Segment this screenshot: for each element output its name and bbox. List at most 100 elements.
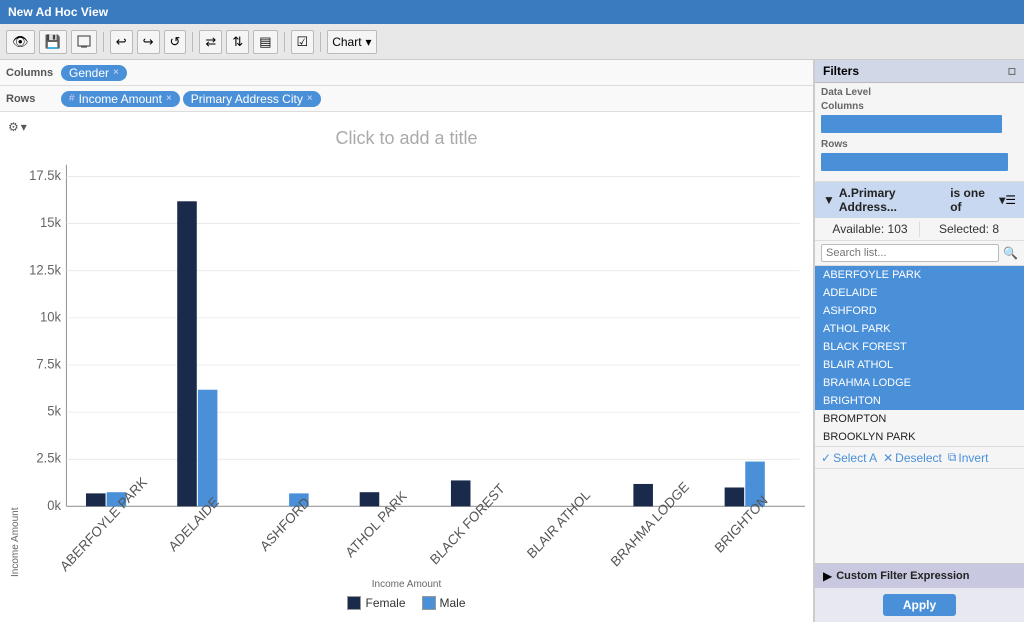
list-item-adelaide[interactable]: ADELAIDE [815, 284, 1024, 302]
bar-aberfoyle-female [86, 493, 106, 506]
filter-header: Filters ◻ [815, 60, 1024, 83]
save-btn[interactable]: 💾 [39, 30, 67, 54]
bar-brahmalodge-female [633, 484, 653, 506]
svg-text:17.5k: 17.5k [29, 168, 61, 184]
separator-3 [284, 32, 285, 52]
list-item-brahmalodge[interactable]: BRAHMA LODGE [815, 374, 1024, 392]
filter-list: ABERFOYLE PARK ADELAIDE ASHFORD ATHOL PA… [815, 266, 1024, 446]
filter-counts: Available: 103 Selected: 8 [815, 218, 1024, 241]
bar-brighton-female [725, 487, 745, 506]
rows-filter-bar[interactable] [821, 153, 1008, 171]
chart-title[interactable]: Click to add a title [335, 128, 477, 149]
invert-icon: ⧉ [948, 450, 957, 465]
list-item-blackforest[interactable]: BLACK FOREST [815, 338, 1024, 356]
sort-btn[interactable]: ⇅ [226, 30, 249, 54]
filter-search-bar: 🔍 [815, 241, 1024, 266]
income-pill-remove[interactable]: × [166, 93, 172, 104]
svg-text:5k: 5k [47, 403, 61, 419]
chart-panel: Columns Gender × Rows # Income Amount × … [0, 60, 814, 622]
filter-columns-label: Columns [821, 101, 1018, 112]
list-item-aberfoyle[interactable]: ABERFOYLE PARK [815, 266, 1024, 284]
svg-text:2.5k: 2.5k [36, 450, 61, 466]
city-pill[interactable]: Primary Address City × [183, 91, 321, 107]
invert-label: Invert [958, 451, 988, 465]
list-item-brompton[interactable]: BROMPTON [815, 410, 1024, 428]
filter-menu-icon[interactable]: ☰ [1005, 193, 1016, 207]
svg-text:ABERFOYLE PARK: ABERFOYLE PARK [57, 474, 149, 574]
chart-type-select[interactable]: Chart ▾ [327, 30, 376, 54]
bar-chart-svg: 0k 2.5k 5k 7.5k 10k 12.5k 15k 17.5k [23, 153, 805, 577]
list-item-ashford[interactable]: ASHFORD [815, 302, 1024, 320]
filter-datalevel-section: Data Level Columns Rows [815, 83, 1024, 182]
list-item-brooklynpark[interactable]: BROOKLYN PARK [815, 428, 1024, 446]
separator-4 [320, 32, 321, 52]
address-filter-header[interactable]: ▼ A.Primary Address... is one of ▾ ☰ [815, 182, 1024, 218]
swap-btn[interactable]: ⇄ [199, 30, 222, 54]
select-all-btn[interactable]: ✓ Select A [821, 451, 877, 465]
x-icon: ✕ [883, 451, 893, 465]
filter-rows-label: Rows [821, 139, 1018, 150]
filter-search-input[interactable] [821, 244, 999, 262]
legend-male-label: Male [440, 596, 466, 610]
list-item-atholpark[interactable]: ATHOL PARK [815, 320, 1024, 338]
city-pill-remove[interactable]: × [307, 93, 313, 104]
svg-text:ASHFORD: ASHFORD [257, 494, 312, 554]
columns-shelf: Columns Gender × [0, 60, 813, 86]
deselect-btn[interactable]: ✕ Deselect [883, 451, 942, 465]
view-toggle-btn[interactable]: 👁 [6, 30, 35, 54]
columns-shelf-label: Columns [6, 67, 61, 79]
filter-collapse-icon[interactable]: ◻ [1008, 66, 1016, 77]
income-pill-hash: # [69, 93, 75, 104]
layout-btn[interactable]: ▤ [253, 30, 277, 54]
columns-filter-bar[interactable] [821, 115, 1002, 133]
separator-1 [103, 32, 104, 52]
undo-btn[interactable]: ↩ [110, 30, 133, 54]
gear-arrow-icon: ▾ [21, 120, 27, 134]
address-filter-title: ▼ A.Primary Address... is one of ▾ [823, 186, 1005, 214]
income-pill[interactable]: # Income Amount × [61, 91, 180, 107]
toolbar: 👁 💾 ↩ ↪ ↺ ⇄ ⇅ ▤ ☑ Chart ▾ [0, 24, 1024, 60]
chart-type-arrow: ▾ [366, 35, 372, 49]
filter-panel: Filters ◻ Data Level Columns Rows ▼ [814, 60, 1024, 622]
separator-2 [192, 32, 193, 52]
list-item-brighton[interactable]: BRIGHTON [815, 392, 1024, 410]
deselect-label: Deselect [895, 451, 942, 465]
filter-spacer [815, 469, 1024, 563]
search-icon: 🔍 [1003, 246, 1018, 260]
filter-actions: ✓ Select A ✕ Deselect ⧉ Invert [815, 446, 1024, 468]
columns-filter-container: Columns [821, 101, 1018, 133]
gear-icon: ⚙ [8, 120, 19, 134]
chart-content: ⚙ ▾ Click to add a title Income Amount [0, 112, 813, 622]
chart-type-label: Chart [332, 35, 361, 49]
city-pill-label: Primary Address City [191, 92, 303, 106]
bar-blackforest-female [451, 480, 471, 506]
legend-male-swatch [422, 596, 436, 610]
expand-arrow-icon: ▼ [823, 193, 835, 207]
svg-text:7.5k: 7.5k [36, 356, 61, 372]
list-item-blairathol[interactable]: BLAIR ATHOL [815, 356, 1024, 374]
filter-datalevel-label: Data Level [821, 87, 1018, 98]
rows-pills: # Income Amount × Primary Address City × [61, 91, 321, 107]
columns-pills: Gender × [61, 65, 127, 81]
refresh-btn[interactable]: ↺ [164, 30, 187, 54]
gender-pill-remove[interactable]: × [113, 67, 119, 78]
main-layout: Columns Gender × Rows # Income Amount × … [0, 60, 1024, 622]
x-axis-label: Income Amount [8, 577, 805, 592]
export-btn[interactable] [71, 30, 97, 54]
gender-pill[interactable]: Gender × [61, 65, 127, 81]
chart-settings[interactable]: ⚙ ▾ [8, 120, 27, 134]
bar-adelaide-female [177, 201, 197, 506]
rows-filter-container: Rows [821, 139, 1018, 171]
income-pill-label: Income Amount [79, 92, 162, 106]
filter-header-label: Filters [823, 64, 859, 78]
check-btn[interactable]: ☑ [291, 30, 315, 54]
legend-female: Female [347, 596, 405, 610]
custom-filter-header[interactable]: ▶ Custom Filter Expression [815, 564, 1024, 588]
apply-button[interactable]: Apply [883, 594, 956, 616]
address-filter-section: ▼ A.Primary Address... is one of ▾ ☰ Ava… [815, 182, 1024, 469]
redo-btn[interactable]: ↪ [137, 30, 160, 54]
chart-legend: Female Male [8, 592, 805, 614]
invert-btn[interactable]: ⧉ Invert [948, 450, 989, 465]
y-axis-label: Income Amount [8, 153, 23, 577]
svg-text:15k: 15k [40, 215, 61, 231]
